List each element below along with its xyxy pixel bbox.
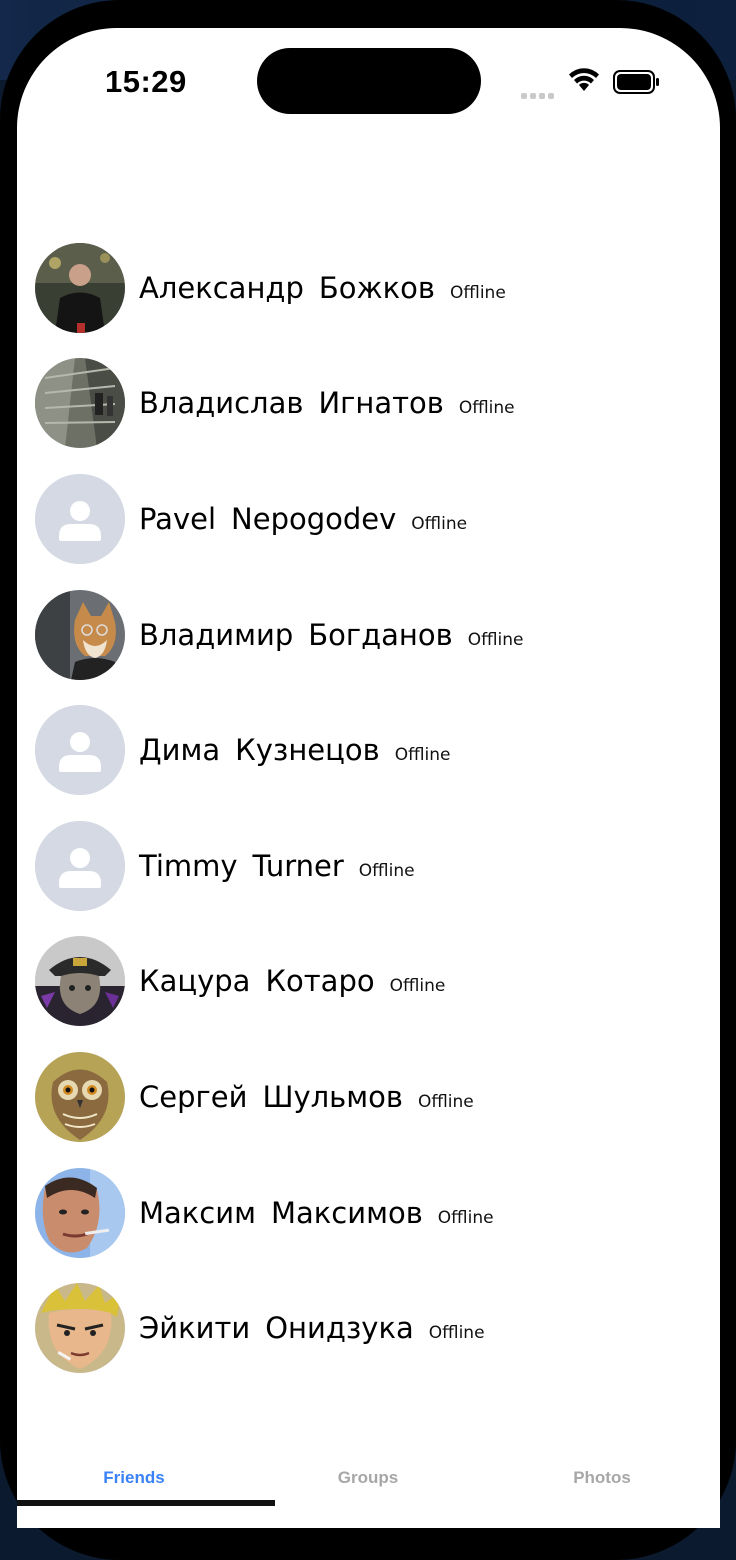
friend-first-name: Владислав [139, 386, 304, 421]
friend-status: Offline [428, 1323, 485, 1344]
friend-row[interactable]: Pavel Nepogodev Offline [17, 461, 720, 577]
friend-name: Владислав Игнатов Offline [139, 386, 515, 420]
friend-last-name: Божков [318, 270, 435, 305]
friend-name: Александр Божков Offline [139, 271, 506, 305]
friend-status: Offline [411, 513, 468, 534]
wifi-icon [568, 66, 600, 96]
friend-first-name: Владимир [139, 617, 294, 652]
app-screen: 15:29 Александр Божков Offline Владислав… [17, 28, 720, 1528]
friend-name: Сергей Шульмов Offline [139, 1080, 474, 1114]
cellular-signal-icon [521, 84, 557, 99]
friend-first-name: Кацура [139, 964, 251, 999]
friend-first-name: Эйкити [139, 1311, 251, 1346]
dynamic-island [257, 48, 481, 114]
avatar [35, 589, 125, 680]
friend-last-name: Максимов [270, 1195, 423, 1230]
avatar [35, 473, 125, 564]
default-person-icon [35, 705, 125, 796]
friend-name: Кацура Котаро Offline [139, 964, 445, 998]
avatar [35, 242, 125, 333]
friend-row[interactable]: Дима Кузнецов Offline [17, 692, 720, 808]
friend-first-name: Timmy [139, 848, 238, 883]
friend-last-name: Онидзука [265, 1311, 414, 1346]
friend-first-name: Александр [139, 270, 304, 305]
friend-name: Дима Кузнецов Offline [139, 733, 450, 767]
friend-last-name: Богданов [308, 617, 453, 652]
friend-name: Timmy Turner Offline [139, 849, 415, 883]
tab-friends[interactable]: Friends [64, 1468, 204, 1488]
avatar [35, 1167, 125, 1258]
friends-list: Александр Божков Offline Владислав Игнат… [17, 230, 720, 1386]
friend-row[interactable]: Кацура Котаро Offline [17, 924, 720, 1040]
friend-last-name: Игнатов [318, 386, 444, 421]
friend-first-name: Максим [139, 1195, 256, 1230]
friend-row[interactable]: Сергей Шульмов Offline [17, 1039, 720, 1155]
tab-bar: Friends Groups Photos [17, 1456, 720, 1516]
friend-first-name: Сергей [139, 1079, 248, 1114]
home-indicator [17, 1500, 275, 1506]
battery-icon [613, 70, 661, 98]
friend-last-name: Шульмов [262, 1079, 403, 1114]
friend-status: Offline [389, 976, 446, 997]
avatar [35, 705, 125, 796]
friend-first-name: Pavel [139, 501, 217, 536]
friend-last-name: Котаро [265, 964, 375, 999]
friend-row[interactable]: Максим Максимов Offline [17, 1155, 720, 1271]
friend-status: Offline [417, 1091, 474, 1112]
friend-last-name: Turner [252, 848, 344, 883]
friend-status: Offline [450, 282, 506, 303]
friend-name: Максим Максимов Offline [139, 1196, 494, 1230]
default-person-icon [35, 820, 125, 911]
friend-name: Эйкити Онидзука Offline [139, 1311, 485, 1345]
friend-name: Pavel Nepogodev Offline [139, 502, 467, 536]
friend-status: Offline [467, 629, 524, 650]
avatar [35, 1051, 125, 1142]
avatar [35, 1283, 125, 1374]
friend-status: Offline [458, 398, 515, 419]
tab-groups[interactable]: Groups [298, 1468, 438, 1488]
friend-row[interactable]: Эйкити Онидзука Offline [17, 1270, 720, 1386]
friend-row[interactable]: Timmy Turner Offline [17, 808, 720, 924]
friend-name: Владимир Богданов Offline [139, 618, 524, 652]
friend-last-name: Кузнецов [235, 733, 380, 768]
friend-row[interactable]: Владимир Богданов Offline [17, 577, 720, 693]
avatar [35, 820, 125, 911]
status-bar-time: 15:29 [105, 64, 187, 99]
avatar [35, 358, 125, 449]
friend-row[interactable]: Владислав Игнатов Offline [17, 346, 720, 462]
tab-photos[interactable]: Photos [532, 1468, 672, 1488]
friend-first-name: Дима [139, 733, 221, 768]
friend-last-name: Nepogodev [231, 501, 397, 536]
avatar [35, 936, 125, 1027]
friend-status: Offline [437, 1207, 494, 1228]
friend-row[interactable]: Александр Божков Offline [17, 230, 720, 346]
friend-status: Offline [394, 745, 451, 766]
friend-status: Offline [358, 860, 415, 881]
default-person-icon [35, 473, 125, 564]
